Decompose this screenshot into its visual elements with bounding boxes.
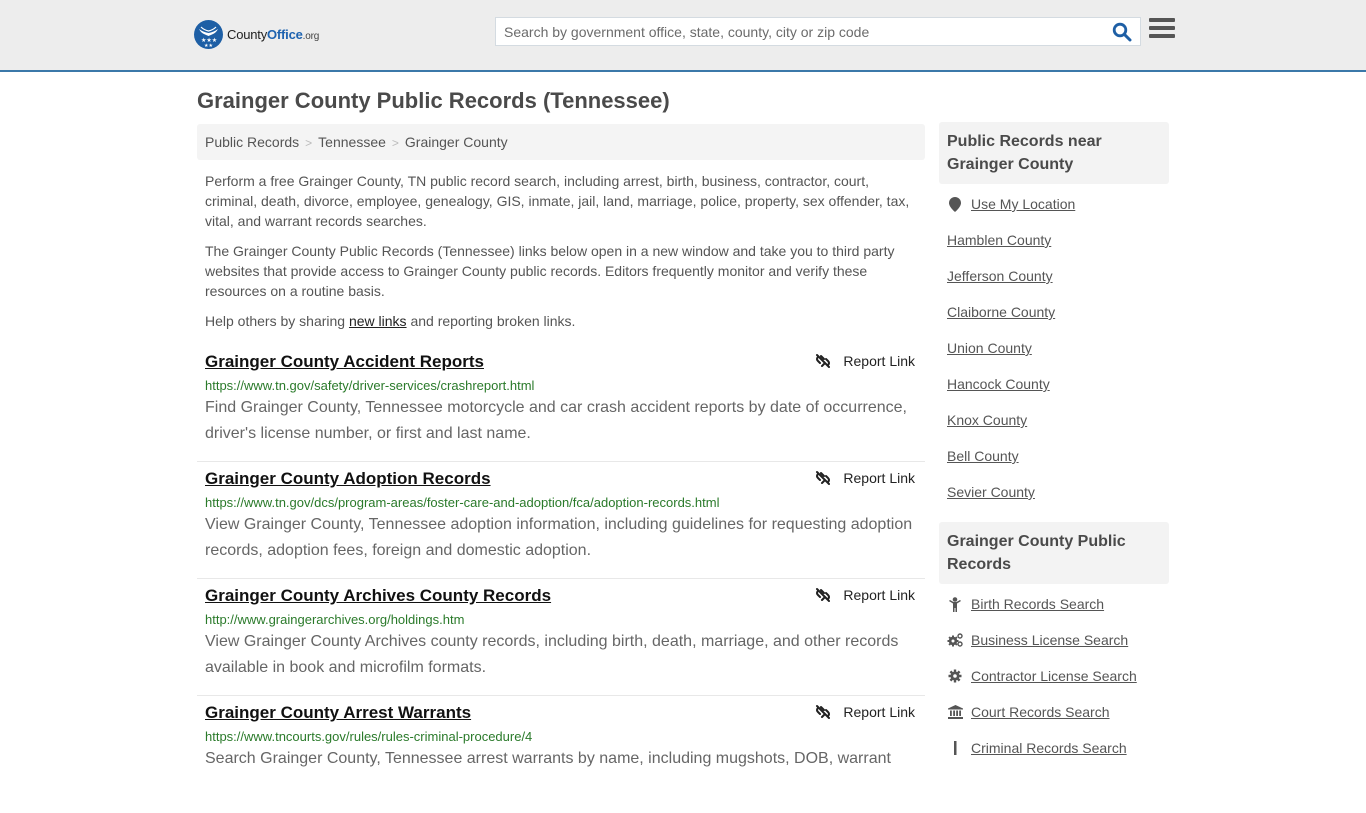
menu-bar-icon xyxy=(1149,18,1175,22)
criminal-records-link[interactable]: Criminal Records Search xyxy=(971,740,1127,756)
cogs-icon xyxy=(947,632,963,648)
intro-paragraph-1: Perform a free Grainger County, TN publi… xyxy=(205,173,910,229)
hamburger-menu-button[interactable] xyxy=(1149,18,1175,42)
broken-link-icon xyxy=(816,354,831,368)
report-link-button[interactable]: Report Link xyxy=(815,587,915,603)
nearby-county-item: Hancock County xyxy=(947,376,1161,412)
county-records-list: Birth Records Search Business License Se… xyxy=(939,584,1169,776)
result-title-link[interactable]: Grainger County Accident Reports xyxy=(205,352,484,372)
county-link-jefferson[interactable]: Jefferson County xyxy=(947,268,1053,284)
report-link-button[interactable]: Report Link xyxy=(815,470,915,486)
svg-text:★★: ★★ xyxy=(204,43,213,49)
broken-link-icon xyxy=(816,705,831,719)
breadcrumb-grainger-county[interactable]: Grainger County xyxy=(405,134,508,150)
county-link-claiborne[interactable]: Claiborne County xyxy=(947,304,1055,320)
breadcrumb-public-records[interactable]: Public Records xyxy=(205,134,299,150)
nearby-counties-list: Use My Location Hamblen County Jefferson… xyxy=(939,184,1169,520)
county-link-hamblen[interactable]: Hamblen County xyxy=(947,232,1051,248)
county-link-hancock[interactable]: Hancock County xyxy=(947,376,1050,392)
result-url[interactable]: https://www.tn.gov/safety/driver-service… xyxy=(205,378,917,393)
search-icon xyxy=(1112,22,1132,42)
result-url[interactable]: https://www.tn.gov/dcs/program-areas/fos… xyxy=(205,495,917,510)
result-url[interactable]: https://www.tncourts.gov/rules/rules-cri… xyxy=(205,729,917,744)
use-my-location-item: Use My Location xyxy=(947,196,1161,232)
breadcrumb-separator: > xyxy=(305,136,313,150)
result-item: Grainger County Accident Reports Report … xyxy=(197,345,925,462)
logo-wordmark: CountyOffice.org xyxy=(227,27,320,42)
courthouse-icon xyxy=(947,704,963,720)
result-title-link[interactable]: Grainger County Adoption Records xyxy=(205,469,491,489)
result-item: Grainger County Adoption Records Report … xyxy=(197,462,925,579)
person-icon xyxy=(947,740,963,756)
result-url[interactable]: http://www.graingerarchives.org/holdings… xyxy=(205,612,917,627)
result-description: Search Grainger County, Tennessee arrest… xyxy=(205,750,891,767)
nearby-county-item: Bell County xyxy=(947,448,1161,484)
nearby-county-item: Union County xyxy=(947,340,1161,376)
nearby-county-item: Claiborne County xyxy=(947,304,1161,340)
result-description: View Grainger County, Tennessee adoption… xyxy=(205,516,913,559)
court-records-link[interactable]: Court Records Search xyxy=(971,704,1110,720)
nearby-county-item: Sevier County xyxy=(947,484,1161,520)
result-description: View Grainger County Archives county rec… xyxy=(205,633,899,676)
records-link-item: Criminal Records Search xyxy=(947,740,1161,776)
use-my-location-link[interactable]: Use My Location xyxy=(971,196,1075,212)
sidebar: Public Records near Grainger County Use … xyxy=(939,122,1169,776)
county-records-heading: Grainger County Public Records xyxy=(939,522,1169,584)
contractor-license-link[interactable]: Contractor License Search xyxy=(971,668,1137,684)
breadcrumb-tennessee[interactable]: Tennessee xyxy=(318,134,386,150)
result-description: Find Grainger County, Tennessee motorcyc… xyxy=(205,399,907,442)
county-link-knox[interactable]: Knox County xyxy=(947,412,1027,428)
result-title-link[interactable]: Grainger County Archives County Records xyxy=(205,586,551,606)
results-list: Grainger County Accident Reports Report … xyxy=(197,345,925,813)
child-icon xyxy=(947,596,963,612)
search-button[interactable] xyxy=(1112,22,1134,42)
report-link-button[interactable]: Report Link xyxy=(815,353,915,369)
eagle-logo-icon: ★★★ ★★ xyxy=(194,20,223,49)
broken-link-icon xyxy=(816,471,831,485)
page-title: Grainger County Public Records (Tennesse… xyxy=(197,88,670,113)
menu-bar-icon xyxy=(1149,26,1175,30)
county-link-bell[interactable]: Bell County xyxy=(947,448,1019,464)
birth-records-link[interactable]: Birth Records Search xyxy=(971,596,1104,612)
nearby-county-item: Hamblen County xyxy=(947,232,1161,268)
broken-link-icon xyxy=(816,588,831,602)
result-item: Grainger County Arrest Warrants Report L… xyxy=(197,696,925,813)
search-input[interactable] xyxy=(496,18,1096,45)
nearby-county-item: Knox County xyxy=(947,412,1161,448)
nearby-county-item: Jefferson County xyxy=(947,268,1161,304)
result-item: Grainger County Archives County Records … xyxy=(197,579,925,696)
nearby-records-heading: Public Records near Grainger County xyxy=(939,122,1169,184)
site-logo[interactable]: ★★★ ★★ CountyOffice.org xyxy=(194,20,319,49)
breadcrumb-separator: > xyxy=(391,136,399,150)
intro-text: Perform a free Grainger County, TN publi… xyxy=(205,171,920,341)
county-link-sevier[interactable]: Sevier County xyxy=(947,484,1035,500)
report-link-button[interactable]: Report Link xyxy=(815,704,915,720)
result-title-link[interactable]: Grainger County Arrest Warrants xyxy=(205,703,471,723)
records-link-item: Business License Search xyxy=(947,632,1161,668)
records-link-item: Birth Records Search xyxy=(947,596,1161,632)
intro-paragraph-2: The Grainger County Public Records (Tenn… xyxy=(205,243,895,299)
breadcrumb: Public Records > Tennessee > Grainger County xyxy=(197,124,925,160)
new-links-link[interactable]: new links xyxy=(349,313,407,329)
records-link-item: Contractor License Search xyxy=(947,668,1161,704)
county-link-union[interactable]: Union County xyxy=(947,340,1032,356)
records-link-item: Court Records Search xyxy=(947,704,1161,740)
site-header: ★★★ ★★ CountyOffice.org xyxy=(0,0,1366,72)
map-marker-icon xyxy=(947,196,963,212)
menu-bar-icon xyxy=(1149,34,1175,38)
business-license-link[interactable]: Business License Search xyxy=(971,632,1128,648)
search-box xyxy=(495,17,1141,46)
intro-paragraph-3: Help others by sharing new links and rep… xyxy=(205,313,576,329)
gear-icon xyxy=(947,668,963,684)
